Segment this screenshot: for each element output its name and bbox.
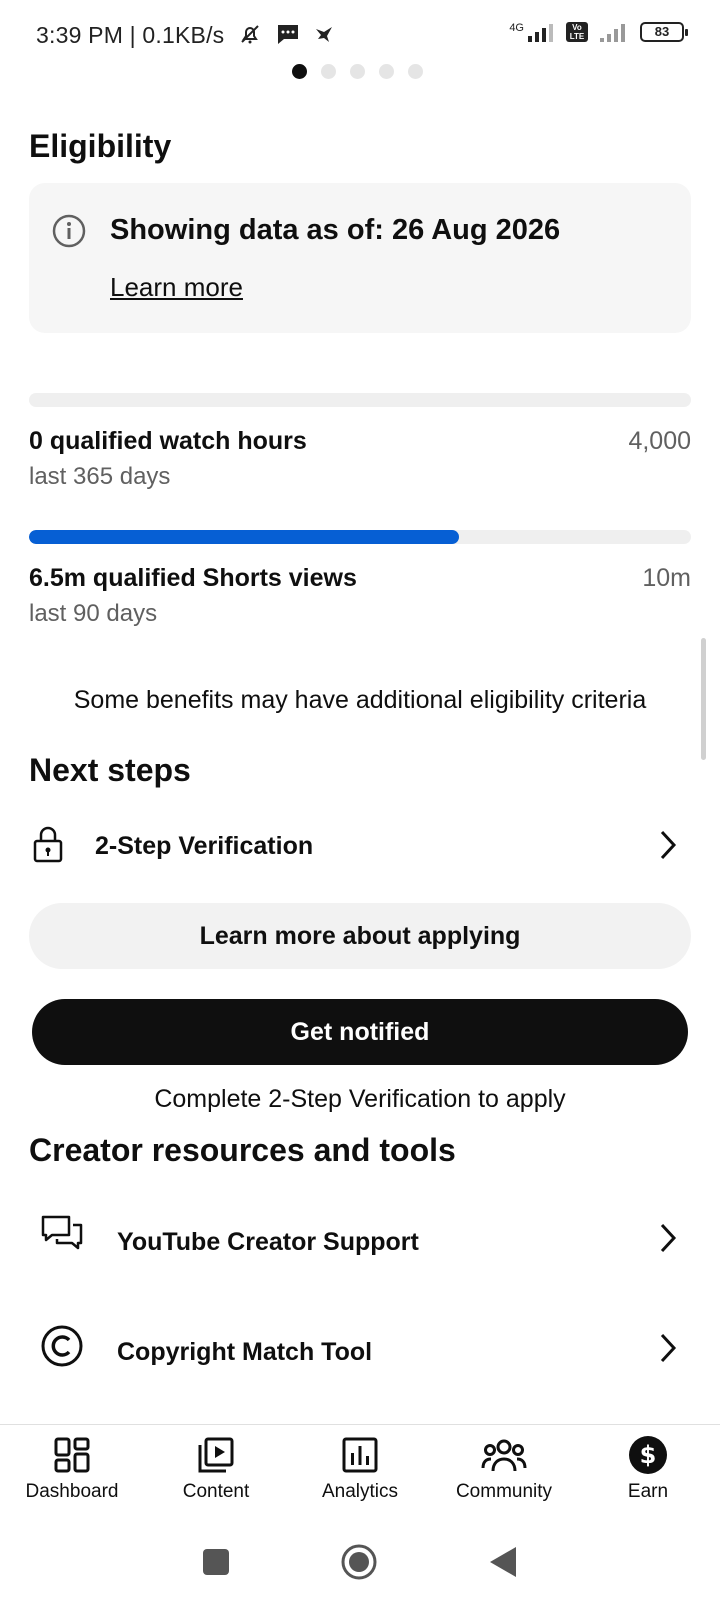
nav-earn[interactable]: $ Earn bbox=[576, 1425, 720, 1524]
eligibility-title: Eligibility bbox=[29, 128, 172, 164]
chevron-right-icon bbox=[660, 830, 677, 860]
page-dot-3[interactable] bbox=[350, 64, 365, 79]
signal-icon-2 bbox=[600, 24, 625, 42]
nav-community[interactable]: Community bbox=[432, 1425, 576, 1524]
shorts-views-period: last 90 days bbox=[29, 600, 158, 627]
shorts-views-label: 6.5m qualified Shorts views bbox=[29, 564, 357, 592]
chevron-right-icon bbox=[660, 1223, 677, 1253]
copyright-match-label: Copyright Match Tool bbox=[117, 1338, 373, 1366]
data-date-text: Showing data as of: 26 Aug 2026 bbox=[110, 214, 561, 246]
recent-apps-icon[interactable] bbox=[202, 1548, 230, 1576]
page-dot-5[interactable] bbox=[408, 64, 423, 79]
info-card bbox=[29, 183, 691, 333]
get-notified-button[interactable]: Get notified bbox=[32, 999, 688, 1065]
creator-resources-title: Creator resources and tools bbox=[29, 1132, 456, 1168]
nav-label-dashboard: Dashboard bbox=[25, 1481, 119, 1502]
dashboard-icon bbox=[54, 1437, 90, 1473]
page-dot-4[interactable] bbox=[379, 64, 394, 79]
message-icon bbox=[278, 25, 298, 44]
content-icon bbox=[198, 1437, 234, 1473]
watch-hours-label: 0 qualified watch hours bbox=[29, 427, 307, 455]
bottom-navigation: Dashboard Content Analytics Community $ … bbox=[0, 1424, 720, 1524]
creator-support-label: YouTube Creator Support bbox=[117, 1228, 419, 1256]
status-icons bbox=[238, 22, 334, 46]
page-dot-2[interactable] bbox=[321, 64, 336, 79]
shorts-views-target: 10m bbox=[642, 564, 691, 592]
battery-indicator: 83 bbox=[640, 22, 688, 42]
svg-text:$: $ bbox=[640, 1441, 657, 1469]
watch-hours-progress-bar bbox=[29, 393, 691, 407]
copyright-match-row[interactable]: Copyright Match Tool bbox=[0, 1310, 720, 1380]
nav-label-community: Community bbox=[455, 1481, 553, 1502]
analytics-icon bbox=[342, 1437, 378, 1473]
watch-hours-target: 4,000 bbox=[628, 427, 691, 455]
two-step-verification-row[interactable]: 2-Step Verification bbox=[0, 815, 720, 875]
two-step-verification-label: 2-Step Verification bbox=[95, 832, 314, 860]
chat-bubbles-icon bbox=[41, 1215, 83, 1250]
shorts-views-progress-bar bbox=[29, 530, 691, 544]
earn-dollar-icon: $ bbox=[629, 1436, 667, 1474]
status-right: 4G Vo LTE 83 bbox=[509, 22, 688, 42]
creator-support-row[interactable]: YouTube Creator Support bbox=[0, 1200, 720, 1270]
eligibility-note: Some benefits may have additional eligib… bbox=[73, 686, 647, 714]
community-icon bbox=[481, 1439, 527, 1472]
copyright-icon bbox=[41, 1325, 83, 1367]
shorts-views-progress-fill bbox=[29, 530, 460, 544]
pagination-dots bbox=[292, 64, 423, 79]
learn-more-about-applying-button[interactable]: Learn more about applying bbox=[29, 903, 691, 969]
next-steps-title: Next steps bbox=[29, 752, 191, 788]
apply-helper-text: Complete 2-Step Verification to apply bbox=[154, 1085, 566, 1113]
nav-dashboard[interactable]: Dashboard bbox=[0, 1425, 144, 1524]
nav-label-analytics: Analytics bbox=[321, 1481, 399, 1502]
lock-icon bbox=[33, 826, 63, 863]
chevron-right-icon bbox=[660, 1333, 677, 1363]
bird-icon bbox=[316, 27, 332, 42]
info-icon bbox=[52, 214, 86, 248]
scrollbar[interactable] bbox=[701, 638, 706, 760]
mute-bell-icon bbox=[241, 25, 259, 44]
learn-more-link[interactable]: Learn more bbox=[110, 272, 243, 303]
back-icon[interactable] bbox=[488, 1545, 518, 1579]
page-dot-1[interactable] bbox=[292, 64, 307, 79]
volte-badge: Vo LTE bbox=[566, 22, 588, 42]
home-icon[interactable] bbox=[340, 1543, 378, 1581]
network-label: 4G bbox=[509, 22, 524, 34]
nav-content[interactable]: Content bbox=[144, 1425, 288, 1524]
signal-4g: 4G bbox=[509, 22, 556, 42]
nav-label-content: Content bbox=[182, 1481, 250, 1502]
signal-icon bbox=[528, 24, 553, 42]
status-time: 3:39 PM | 0.1KB/s bbox=[36, 22, 225, 48]
system-navigation bbox=[0, 1524, 720, 1600]
nav-label-earn: Earn bbox=[627, 1481, 669, 1502]
watch-hours-period: last 365 days bbox=[29, 463, 171, 490]
nav-analytics[interactable]: Analytics bbox=[288, 1425, 432, 1524]
